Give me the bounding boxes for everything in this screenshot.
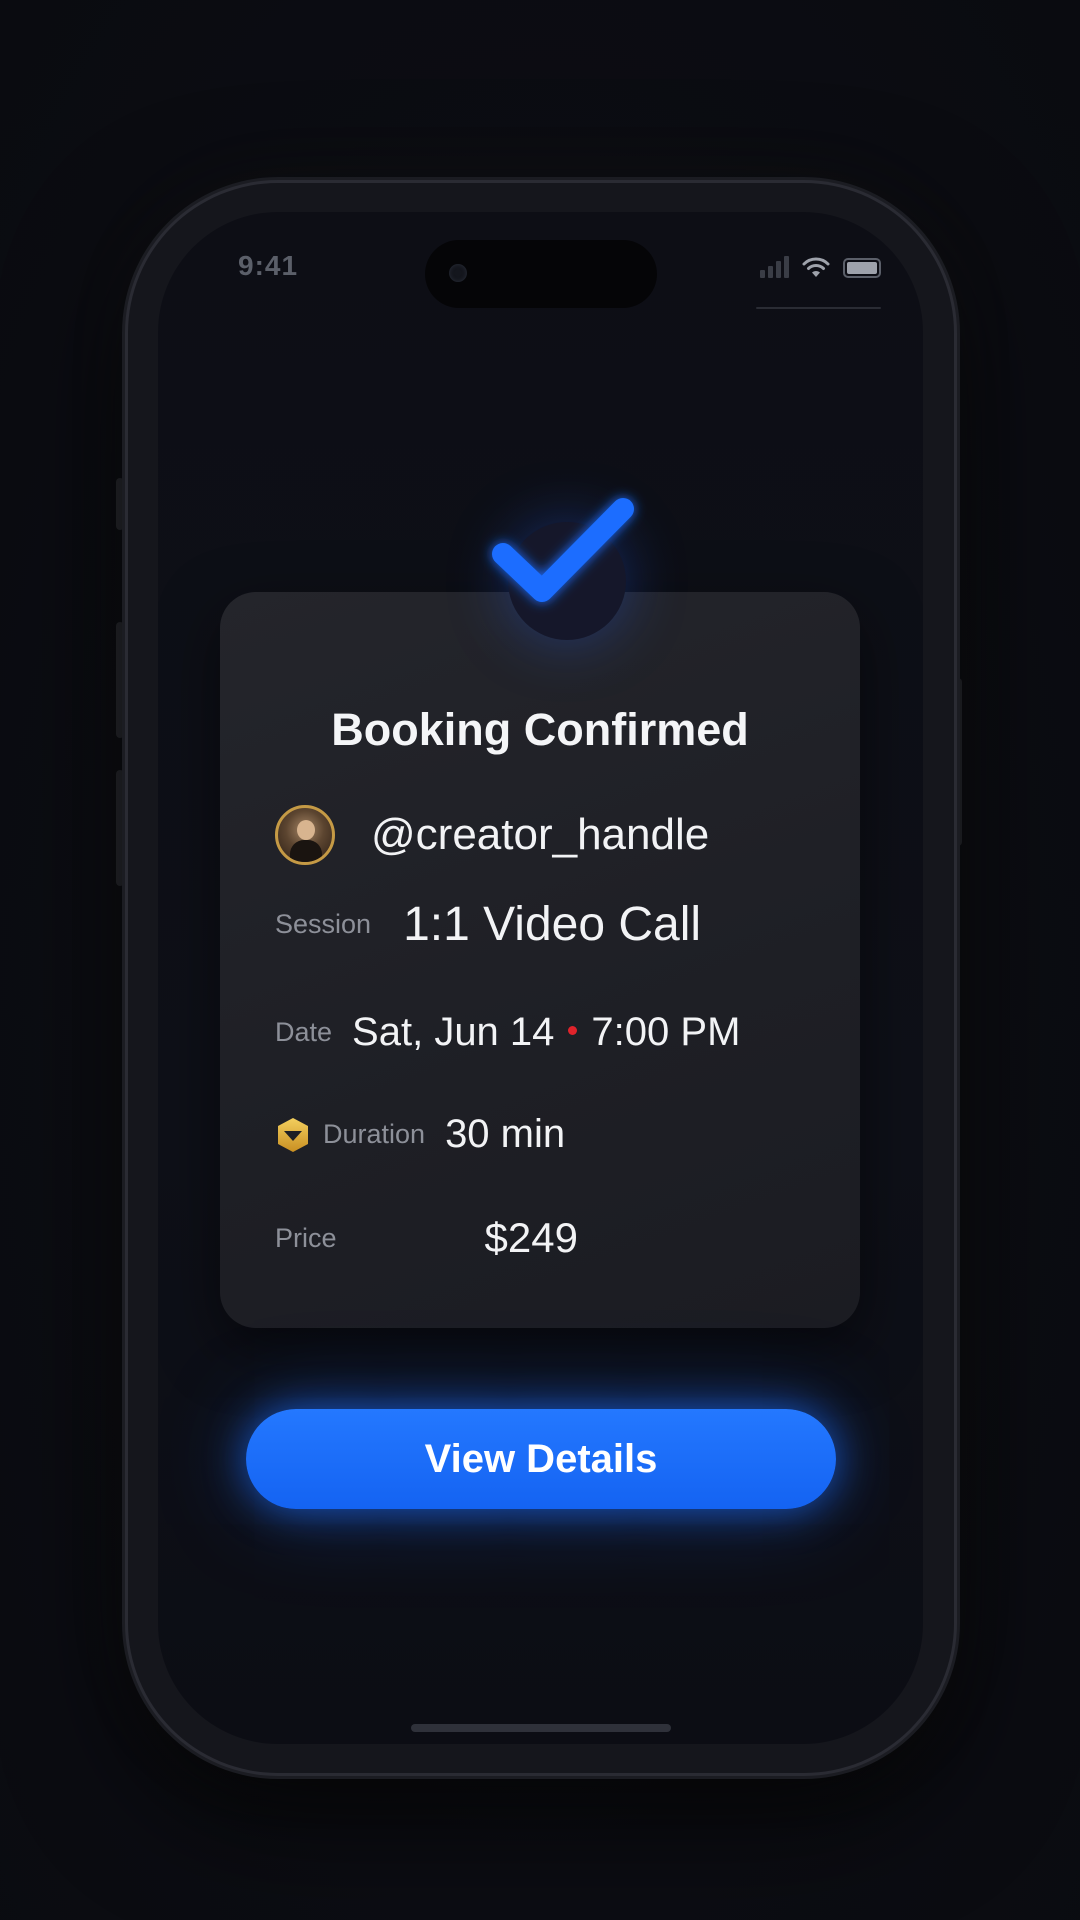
- background: 9:41 Booking Confirmed @creator_handle S…: [0, 0, 1080, 1920]
- dynamic-island: [425, 240, 657, 308]
- booking-card: Booking Confirmed @creator_handle Sessio…: [220, 592, 860, 1328]
- price-value: $249: [484, 1214, 578, 1261]
- phone-screen: 9:41 Booking Confirmed @creator_handle S…: [158, 212, 923, 1744]
- date-row: Date Sat, Jun 14 7:00 PM: [275, 1010, 740, 1055]
- session-label: Session: [275, 909, 372, 939]
- duration-label: Duration: [323, 1119, 426, 1149]
- mute-switch: [116, 478, 124, 530]
- duration-row: Duration 30 min: [275, 1112, 565, 1157]
- status-time: 9:41: [238, 250, 299, 281]
- cellular-signal-icon: [760, 256, 789, 278]
- front-camera: [449, 264, 467, 282]
- date-label: Date: [275, 1017, 333, 1047]
- creator-row[interactable]: @creator_handle: [275, 805, 709, 865]
- status-divider: [756, 307, 881, 309]
- wifi-icon: [802, 257, 830, 277]
- view-details-button[interactable]: View Details: [246, 1409, 836, 1509]
- date-time: 7:00 PM: [591, 1010, 741, 1054]
- status-icons: [760, 256, 881, 278]
- success-check-badge: [470, 474, 660, 640]
- volume-up-button: [116, 622, 124, 738]
- separator-dot-icon: [568, 1025, 578, 1035]
- battery-icon: [843, 258, 881, 278]
- home-indicator[interactable]: [411, 1724, 671, 1732]
- date-day: Sat, Jun 14: [352, 1010, 555, 1054]
- creator-handle[interactable]: @creator_handle: [371, 810, 709, 860]
- gold-badge-icon: [278, 1117, 308, 1152]
- date-value: Sat, Jun 14 7:00 PM: [352, 1010, 740, 1055]
- power-button: [954, 678, 962, 846]
- price-row: Price $249: [275, 1214, 578, 1262]
- volume-down-button: [116, 770, 124, 886]
- session-value: 1:1 Video Call: [403, 898, 702, 951]
- checkmark-icon: [492, 498, 634, 602]
- price-label: Price: [275, 1222, 337, 1253]
- duration-value: 30 min: [445, 1112, 566, 1156]
- session-row: Session 1:1 Video Call: [275, 897, 701, 952]
- avatar[interactable]: [275, 805, 335, 865]
- page-title: Booking Confirmed: [331, 704, 749, 755]
